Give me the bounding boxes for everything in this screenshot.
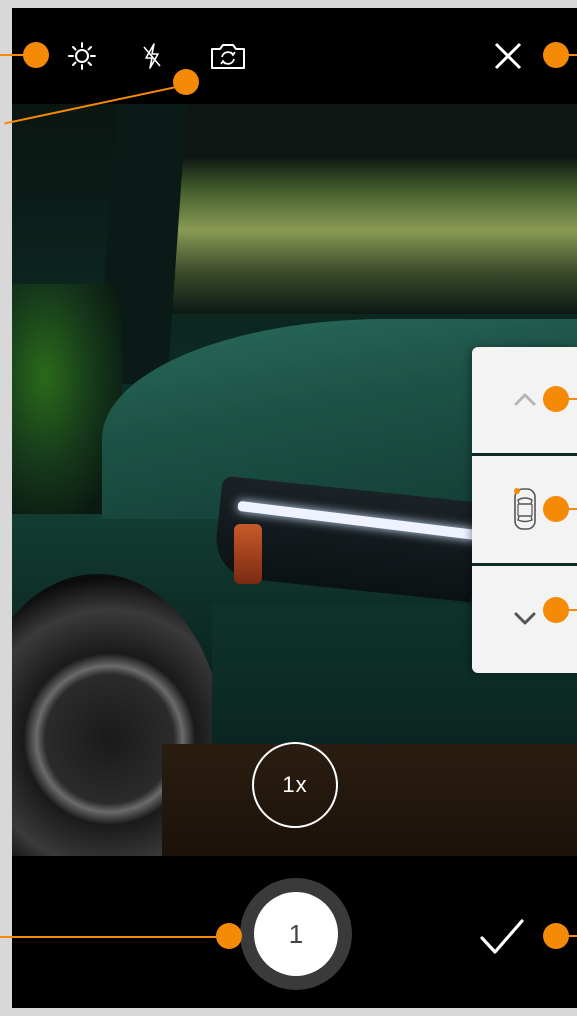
annotation-marker [216,923,242,949]
camera-screen: 1x 1 [12,8,577,1008]
flash-off-icon [143,43,161,69]
flash-toggle-button[interactable] [132,36,172,76]
panel-divider [472,453,577,456]
annotation-leader [560,508,577,510]
close-button[interactable] [488,36,528,76]
switch-camera-button[interactable] [208,36,248,76]
checkmark-icon [480,919,524,954]
panel-divider [472,563,577,566]
zoom-label: 1x [282,772,308,797]
brightness-button[interactable] [62,36,102,76]
headlight-amber [234,524,262,584]
windshield-area [162,104,577,314]
annotation-leader [560,398,577,400]
close-icon [494,42,522,70]
annotation-leader [560,54,577,56]
ground [162,744,577,856]
annotation-leader [560,935,577,937]
chevron-down-icon [514,612,535,625]
zoom-button[interactable]: 1x [252,742,338,828]
brightness-icon [68,42,96,70]
annotation-leader [560,609,577,611]
shutter-button[interactable]: 1 [254,892,338,976]
annotation-marker [173,69,199,95]
top-toolbar [12,8,577,104]
annotation-marker [23,42,49,68]
chevron-up-icon [514,393,535,406]
confirm-button[interactable] [477,912,527,962]
switch-camera-icon [211,44,245,69]
annotation-leader [0,936,220,938]
photo-count: 1 [288,918,304,949]
car-top-view-icon [513,488,536,530]
